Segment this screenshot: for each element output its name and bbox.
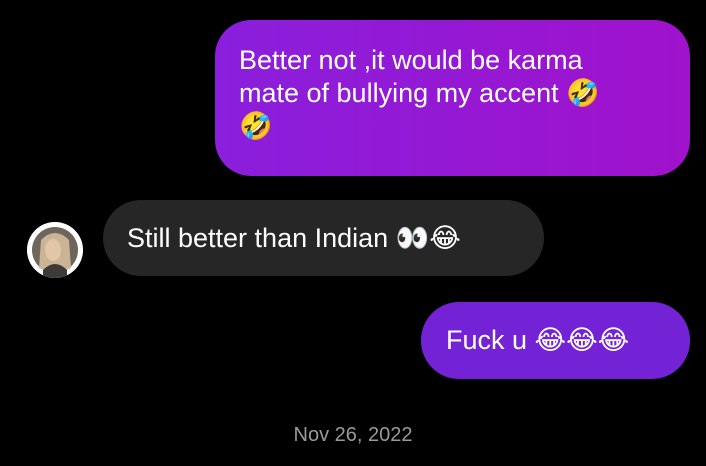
message-bubble-incoming[interactable]: Still better than Indian 👀😂: [103, 200, 544, 276]
message-bubble-outgoing[interactable]: Fuck u 😂😂😂: [421, 302, 690, 379]
date-separator: Nov 26, 2022: [293, 424, 413, 446]
chat-screen: Better not ,it would be karma mate of bu…: [0, 0, 706, 466]
contact-profile-photo-icon: [27, 222, 83, 278]
message-bubble-outgoing[interactable]: Better not ,it would be karma mate of bu…: [215, 20, 690, 176]
contact-avatar[interactable]: [27, 222, 83, 278]
